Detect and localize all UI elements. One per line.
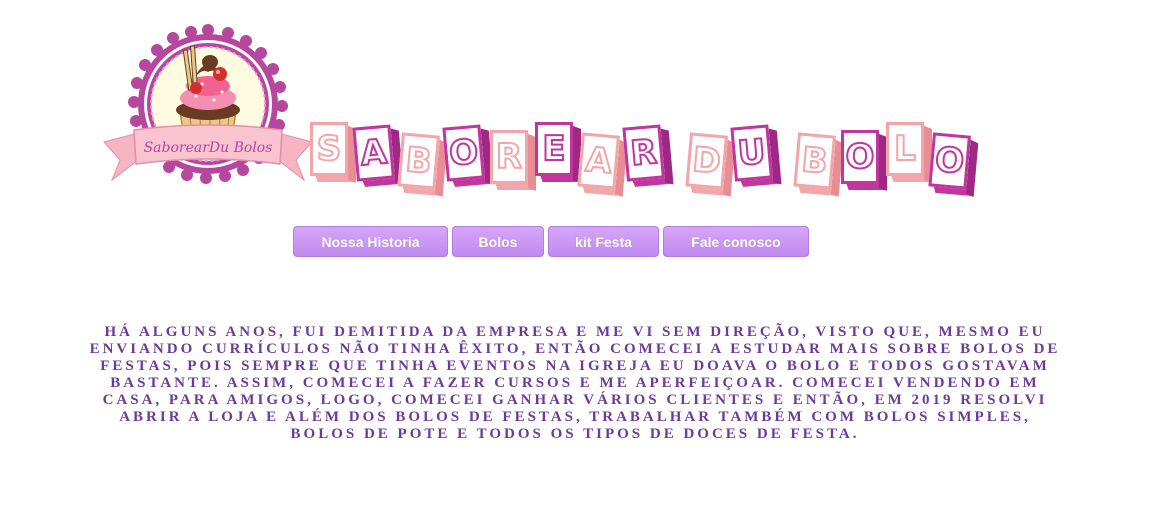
- nav-button-fale-conosco[interactable]: Fale conosco: [663, 226, 809, 257]
- title-letter-block: O: [841, 130, 887, 191]
- site-title: S A B O R E A R D U B O L O: [310, 118, 1010, 198]
- title-letter-block: U: [730, 124, 782, 187]
- cupcake-logo: SaborearDu Bolos: [102, 12, 314, 202]
- title-letter-block: O: [442, 124, 494, 187]
- title-letter-block: O: [928, 132, 979, 198]
- title-letter-block: A: [577, 132, 628, 198]
- main-nav: Nossa Historia Bolos kit Festa Fale cono…: [293, 226, 809, 257]
- title-letter-block: R: [490, 130, 536, 191]
- nav-button-kit-festa[interactable]: kit Festa: [548, 226, 659, 257]
- title-letter-block: B: [397, 132, 448, 198]
- title-letter-block: B: [793, 132, 844, 198]
- cupcake-logo-image: SaborearDu Bolos: [103, 24, 313, 184]
- title-letter-block: R: [622, 124, 674, 187]
- title-letter-block: D: [685, 132, 736, 198]
- nav-button-nossa-historia[interactable]: Nossa Historia: [293, 226, 448, 257]
- title-letter-block: L: [886, 122, 932, 183]
- svg-text:SaborearDu Bolos: SaborearDu Bolos: [144, 140, 273, 156]
- title-letter-block: E: [535, 122, 581, 183]
- title-letter-block: S: [310, 122, 356, 183]
- story-text: HÁ ALGUNS ANOS, FUI DEMITIDA DA EMPRESA …: [89, 324, 1061, 442]
- title-letter-block: A: [352, 124, 404, 187]
- nav-button-bolos[interactable]: Bolos: [452, 226, 544, 257]
